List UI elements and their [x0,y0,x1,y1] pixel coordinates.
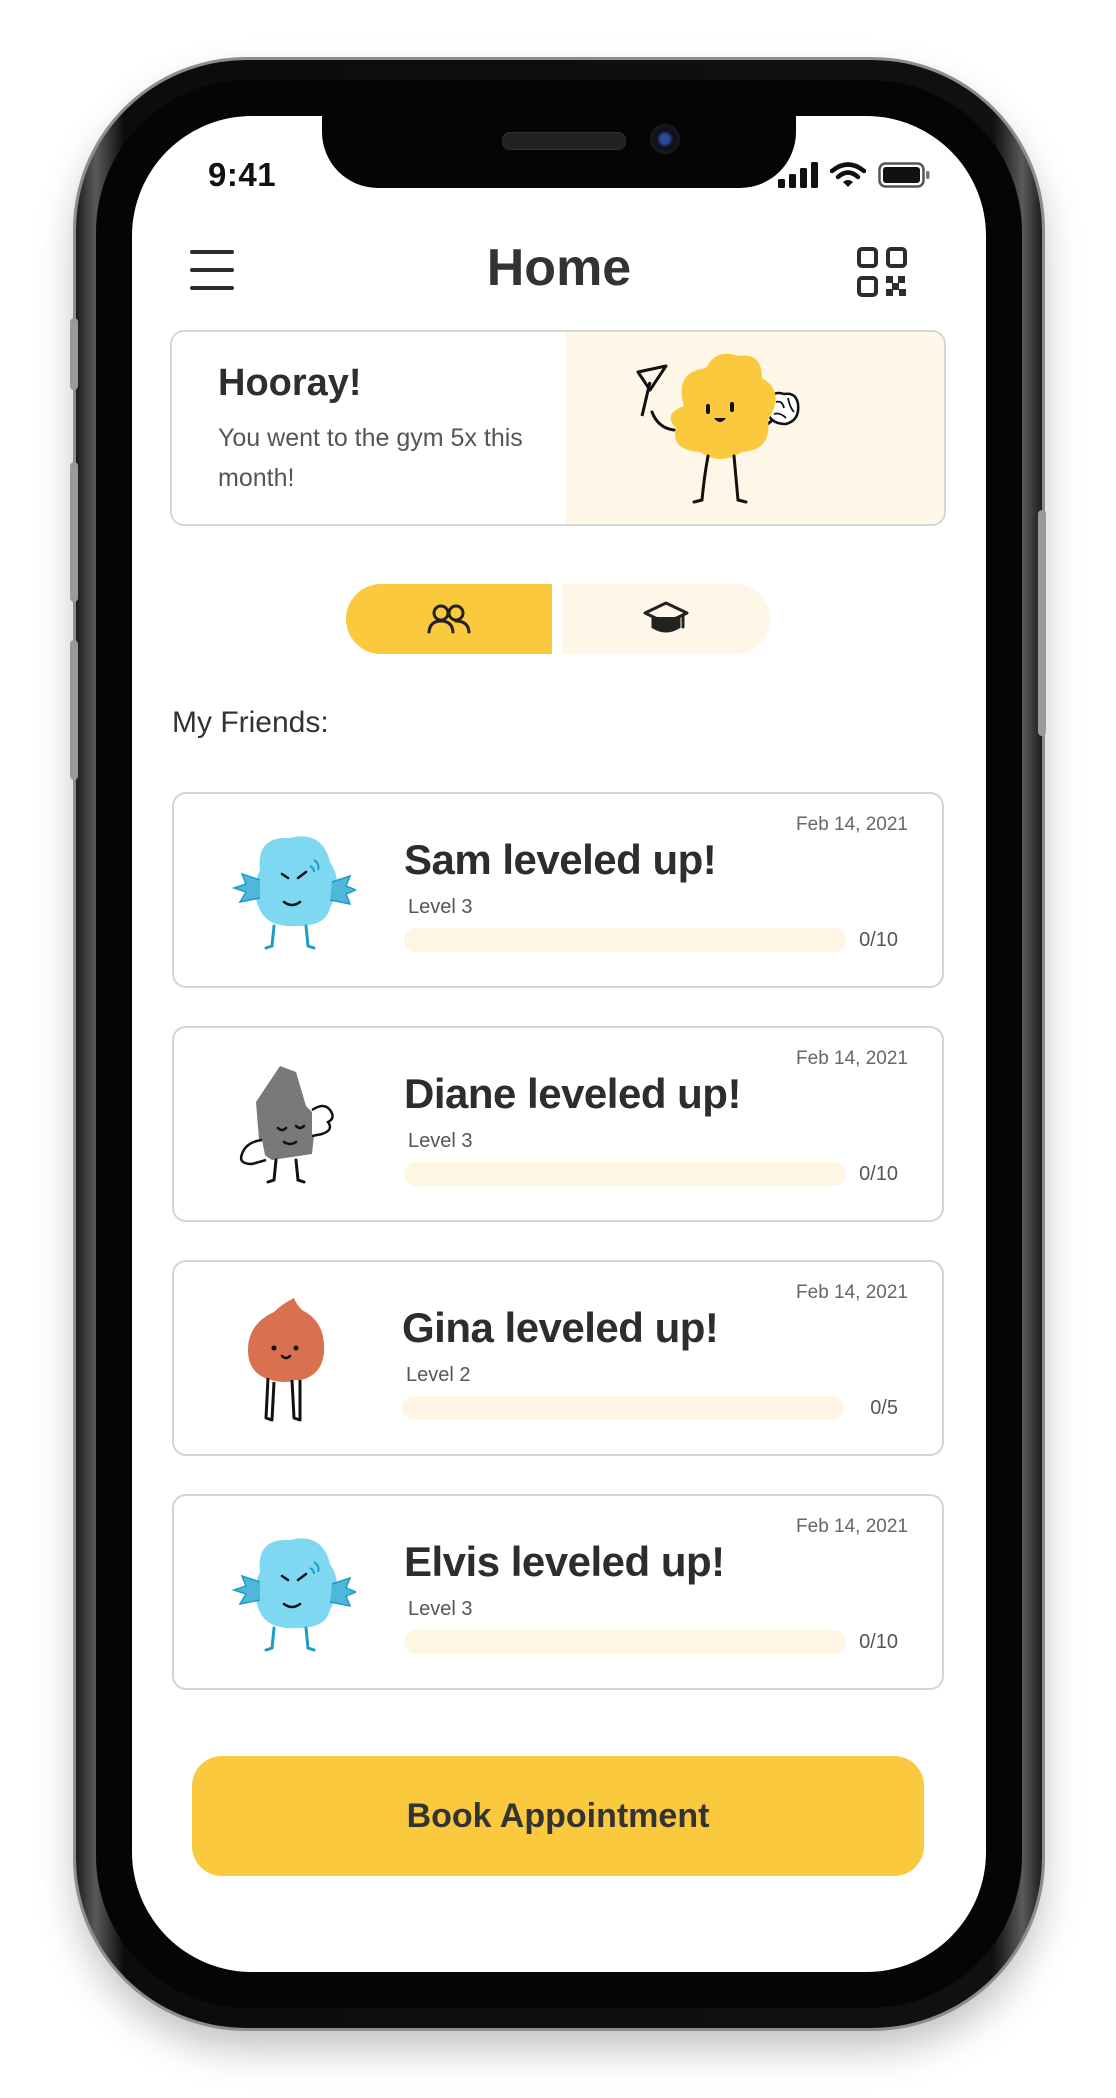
view-toggle [346,584,770,654]
friend-level: Level 3 [408,896,473,918]
notch [322,116,796,188]
friend-card[interactable]: Feb 14, 2021 Gina leveled up! Level 2 0/… [172,1260,944,1456]
gray-rock-avatar [239,1066,334,1184]
status-time: 9:41 [208,156,277,193]
app-screen: 9:41 Home Hooray! You went to the gym 5x… [132,116,986,1972]
friends-tab[interactable] [346,584,552,654]
blue-fish-avatar [231,836,356,950]
progress-count: 0/5 [870,1397,898,1419]
friend-card[interactable]: Feb 14, 2021 Diane leveled up! Level 3 0… [172,1026,944,1222]
hero-title: Hooray! [218,362,362,404]
achievement-card: Hooray! You went to the gym 5x this mont… [170,330,946,526]
progress-bar [404,1630,846,1654]
friend-card[interactable]: Feb 14, 2021 Sam leveled up! Level 3 0/1… [172,792,944,988]
progress-count: 0/10 [859,1631,898,1653]
signal-icon [778,162,818,188]
progress-count: 0/10 [859,1163,898,1185]
camera-icon [650,124,680,154]
speaker-grille [502,132,626,150]
friend-level: Level 3 [408,1598,473,1620]
progress-bar [404,928,846,952]
hero-message: You went to the gym 5x this month! [218,424,523,492]
qr-code-icon[interactable] [856,246,908,298]
friends-list: Feb 14, 2021 Sam leveled up! Level 3 0/1… [172,792,944,1690]
friend-title: Elvis leveled up! [404,1538,725,1585]
yellow-mascot-icon [636,353,800,504]
friends-icon [427,604,471,634]
progress-bar [404,1162,846,1186]
friend-title: Gina leveled up! [402,1304,719,1351]
orange-drop-avatar [248,1298,325,1422]
friend-level: Level 2 [406,1364,471,1386]
book-appointment-button[interactable]: Book Appointment [192,1756,924,1876]
friends-section-label: My Friends: [172,706,329,739]
progress-count: 0/10 [859,929,898,951]
blue-fish-avatar [231,1538,356,1652]
power-button [1038,510,1046,736]
battery-icon [878,162,930,188]
graduation-cap-icon [643,601,689,633]
status-icons [778,162,930,188]
volume-up-button [70,462,78,602]
friend-date: Feb 14, 2021 [796,1516,908,1537]
courses-tab[interactable] [562,584,770,654]
friend-date: Feb 14, 2021 [796,1048,908,1069]
friend-card[interactable]: Feb 14, 2021 Elvis leveled up! Level 3 0… [172,1494,944,1690]
friend-level: Level 3 [408,1130,473,1152]
friend-date: Feb 14, 2021 [796,1282,908,1303]
friend-title: Sam leveled up! [404,836,717,883]
progress-bar [402,1396,844,1420]
volume-down-button [70,640,78,780]
friend-title: Diane leveled up! [404,1070,741,1117]
wifi-icon [830,162,866,187]
hero-illustration [566,332,944,524]
mute-switch [70,318,78,390]
friend-date: Feb 14, 2021 [796,814,908,835]
